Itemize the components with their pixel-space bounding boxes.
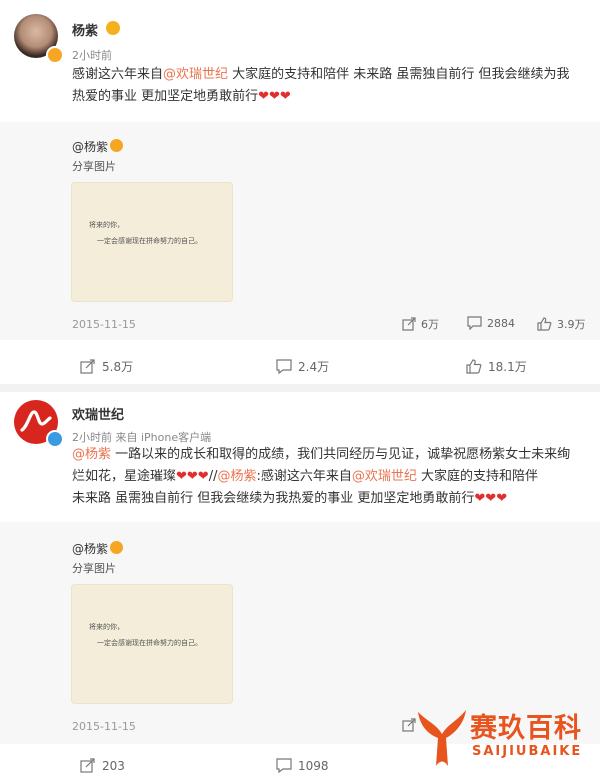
image-caption-line: 将来的你， xyxy=(89,221,124,229)
mention-link[interactable]: @杨紫 xyxy=(217,469,256,484)
watermark-title: 赛玖百科 xyxy=(470,713,582,744)
heart-emoji: ❤❤❤ xyxy=(474,491,508,506)
comment-button[interactable]: 2.4万 xyxy=(276,358,329,375)
share-icon xyxy=(402,317,416,331)
watermark: 赛玖百科 SAIJIUBAIKE xyxy=(414,700,600,781)
image-caption-line: 将来的你， xyxy=(89,623,124,631)
thumbs-up-icon xyxy=(537,317,552,331)
comment-icon xyxy=(276,758,292,773)
verified-orange-icon xyxy=(46,46,64,64)
share-count: 203 xyxy=(102,758,125,773)
repost-share-stat[interactable]: 6万 xyxy=(402,316,439,332)
share-button[interactable]: 5.8万 xyxy=(80,358,133,375)
like-button[interactable]: 18.1万 xyxy=(466,358,527,375)
author-name[interactable]: 欢瑞世纪 xyxy=(72,404,124,423)
verified-orange-icon xyxy=(110,139,123,152)
share-button[interactable]: 203 xyxy=(80,758,125,773)
like-count: 3.9万 xyxy=(557,318,586,331)
repost-date: 2015-11-15 xyxy=(72,720,136,733)
comment-icon xyxy=(276,359,292,374)
mention-link[interactable]: @欢瑞世纪 xyxy=(352,469,417,484)
repost-block: @杨紫 分享图片 将来的你， 一定会感谢现在拼命努力的自己。 2015-11-1… xyxy=(0,122,600,340)
comment-count: 2.4万 xyxy=(298,360,330,374)
post-text: @杨紫 一路以来的成长和取得的成绩，我们共同经历与见证，诚挚祝愿杨紫女士未来绚 … xyxy=(72,444,592,510)
repost-date: 2015-11-15 xyxy=(72,318,136,331)
repost-author[interactable]: @杨紫 xyxy=(72,540,108,557)
thumbs-up-icon xyxy=(466,359,482,374)
like-count: 18.1万 xyxy=(488,360,527,374)
repost-subtitle: 分享图片 xyxy=(72,160,116,173)
shared-image[interactable]: 将来的你， 一定会感谢现在拼命努力的自己。 xyxy=(71,584,233,704)
heart-emoji: ❤❤❤ xyxy=(258,89,291,104)
watermark-subtitle: SAIJIUBAIKE xyxy=(472,744,583,759)
share-count: 6万 xyxy=(421,318,439,331)
verified-blue-icon xyxy=(46,430,64,448)
heart-emoji: ❤❤❤ xyxy=(176,469,209,484)
author-name[interactable]: 杨紫 xyxy=(72,20,98,39)
post-text-part: 大家庭的支持和陪伴 未来路 虽需独自前行 但我会继续为我 xyxy=(228,67,570,82)
post-divider xyxy=(0,384,600,392)
post-text-part: 一路以来的成长和取得的成绩，我们共同经历与见证，诚挚祝愿杨紫女士未来绚 xyxy=(111,447,571,462)
repost-like-stat[interactable]: 3.9万 xyxy=(537,316,586,332)
mention-link[interactable]: @欢瑞世纪 xyxy=(163,67,228,82)
post-huanrui: 欢瑞世纪 2小时前 来自 iPhone客户端 @杨紫 一路以来的成长和取得的成绩… xyxy=(0,392,600,522)
repost-subtitle: 分享图片 xyxy=(72,562,116,575)
comment-count: 1098 xyxy=(298,758,329,773)
post-text-part: 未来路 虽需独自前行 但我会继续为我热爱的事业 更加坚定地勇敢前行 xyxy=(72,491,475,506)
post-time: 2小时前 xyxy=(72,49,112,62)
post-yangzi: 杨紫 2小时前 感谢这六年来自@欢瑞世纪 大家庭的支持和陪伴 未来路 虽需独自前… xyxy=(0,0,600,122)
verified-orange-icon xyxy=(110,541,123,554)
comment-icon xyxy=(467,316,482,330)
comment-button[interactable]: 1098 xyxy=(276,758,329,773)
mention-link[interactable]: @杨紫 xyxy=(72,447,111,462)
share-count: 5.8万 xyxy=(102,360,134,374)
vip-crown-icon xyxy=(106,21,120,35)
share-icon xyxy=(80,359,95,374)
repost-author[interactable]: @杨紫 xyxy=(72,138,108,155)
repost-comment-stat[interactable]: 2884 xyxy=(467,316,515,330)
shared-image[interactable]: 将来的你， 一定会感谢现在拼命努力的自己。 xyxy=(71,182,233,302)
share-icon xyxy=(80,758,95,773)
post-text-part: :感谢这六年来自 xyxy=(256,469,352,484)
post-text-part: 感谢这六年来自 xyxy=(72,67,164,82)
comment-count: 2884 xyxy=(487,316,515,330)
post-time-source: 2小时前 来自 iPhone客户端 xyxy=(72,431,212,444)
post-text: 感谢这六年来自@欢瑞世纪 大家庭的支持和陪伴 未来路 虽需独自前行 但我会继续为… xyxy=(72,64,592,108)
post-text-part: 烂如花，星途璀璨 xyxy=(72,469,177,484)
image-caption-line: 一定会感谢现在拼命努力的自己。 xyxy=(97,237,202,245)
post-text-part: 热爱的事业 更加坚定地勇敢前行 xyxy=(72,89,259,104)
whale-tail-logo-icon xyxy=(418,710,466,766)
post-text-part: 大家庭的支持和陪伴 xyxy=(416,469,539,484)
image-caption-line: 一定会感谢现在拼命努力的自己。 xyxy=(97,639,202,647)
